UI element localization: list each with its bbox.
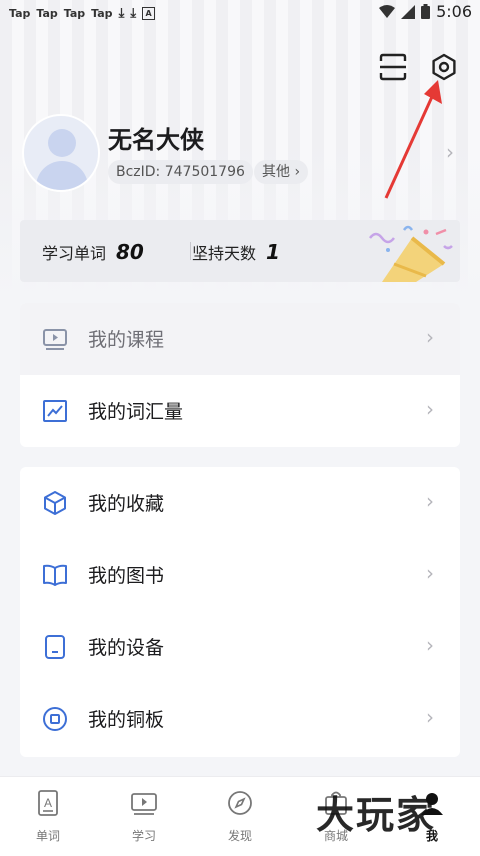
tab-label: 学习	[131, 829, 156, 843]
chevron-right-icon: ›	[426, 397, 434, 421]
device-icon	[45, 635, 65, 659]
menu-item-label: 我的图书	[88, 565, 165, 587]
tab-discover[interactable]: 发现	[192, 777, 288, 856]
party-popper-icon	[369, 225, 453, 282]
username: 无名大侠	[108, 126, 204, 154]
menu-item-label: 我的设备	[88, 637, 165, 659]
menu-item-label: 我的词汇量	[88, 401, 184, 423]
menu-item-my-books[interactable]: 我的图书 ›	[20, 539, 460, 611]
coin-icon	[43, 707, 67, 731]
tab-label: 发现	[227, 829, 252, 843]
menu-item-label: 我的收藏	[88, 493, 165, 515]
words-learned-label: 学习单词	[42, 244, 107, 263]
chevron-right-icon: ›	[426, 561, 434, 585]
word-card-icon: A	[38, 790, 58, 816]
tap-notification-icon: Tap	[91, 6, 113, 20]
words-learned-value: 80	[116, 240, 144, 264]
menu-item-my-vocabulary[interactable]: 我的词汇量 ›	[20, 375, 460, 447]
chevron-right-icon: ›	[426, 489, 434, 513]
watermark-logo: 大玩家	[316, 793, 437, 837]
chevron-right-icon: ›	[426, 633, 434, 657]
compass-icon	[228, 791, 252, 815]
video-course-icon	[43, 329, 67, 350]
tap-notification-icon: Tap	[63, 6, 86, 20]
svg-text:A: A	[44, 796, 52, 810]
study-stats-banner[interactable]: 学习单词 80 坚持天数 1	[20, 220, 460, 282]
menu-item-my-favorites[interactable]: 我的收藏 ›	[20, 467, 460, 539]
battery-icon	[421, 4, 431, 19]
menu-item-my-courses[interactable]: 我的课程 ›	[20, 303, 460, 375]
divider	[190, 242, 191, 260]
tab-words[interactable]: A 单词	[0, 777, 96, 856]
status-bar: Tap Tap Tap Tap ⤓ ⤓ A 5:06	[0, 0, 480, 26]
menu-item-my-devices[interactable]: 我的设备 ›	[20, 611, 460, 683]
menu-card-primary: 我的课程 › 我的词汇量 ›	[20, 303, 460, 447]
menu-item-label: 我的课程	[88, 329, 165, 351]
tab-label: 单词	[35, 829, 60, 843]
profile-header[interactable]: 无名大侠 BczID: 747501796 其他 › ›	[22, 114, 460, 192]
tap-notification-icon: Tap	[9, 6, 31, 20]
chevron-right-icon: ›	[426, 325, 434, 349]
a-app-icon: A	[142, 6, 156, 20]
download-icon: ⤓	[118, 5, 125, 21]
download-icon: ⤓	[130, 5, 137, 21]
chart-trend-icon	[43, 400, 67, 422]
wifi-icon	[379, 4, 396, 18]
menu-item-my-coins[interactable]: 我的铜板 ›	[20, 683, 460, 755]
cube-icon	[44, 491, 66, 515]
days-streak-value: 1	[266, 240, 280, 264]
menu-item-label: 我的铜板	[88, 709, 165, 731]
book-icon	[43, 564, 67, 586]
chevron-right-icon: ›	[446, 140, 454, 164]
menu-card-secondary: 我的收藏 › 我的图书 › 我的设备 › 我的铜板 ›	[20, 467, 460, 757]
signal-icon	[401, 4, 416, 19]
days-streak-label: 坚持天数	[192, 244, 257, 263]
bczid-badge: BczID: 747501796	[108, 160, 253, 184]
study-screen-icon	[131, 793, 157, 815]
status-time: 5:06	[436, 2, 472, 21]
tap-notification-icon: Tap	[36, 6, 58, 20]
tab-study[interactable]: 学习	[96, 777, 192, 856]
chevron-right-icon: ›	[426, 705, 434, 729]
other-button[interactable]: 其他 ›	[254, 160, 309, 184]
avatar[interactable]	[22, 114, 100, 192]
